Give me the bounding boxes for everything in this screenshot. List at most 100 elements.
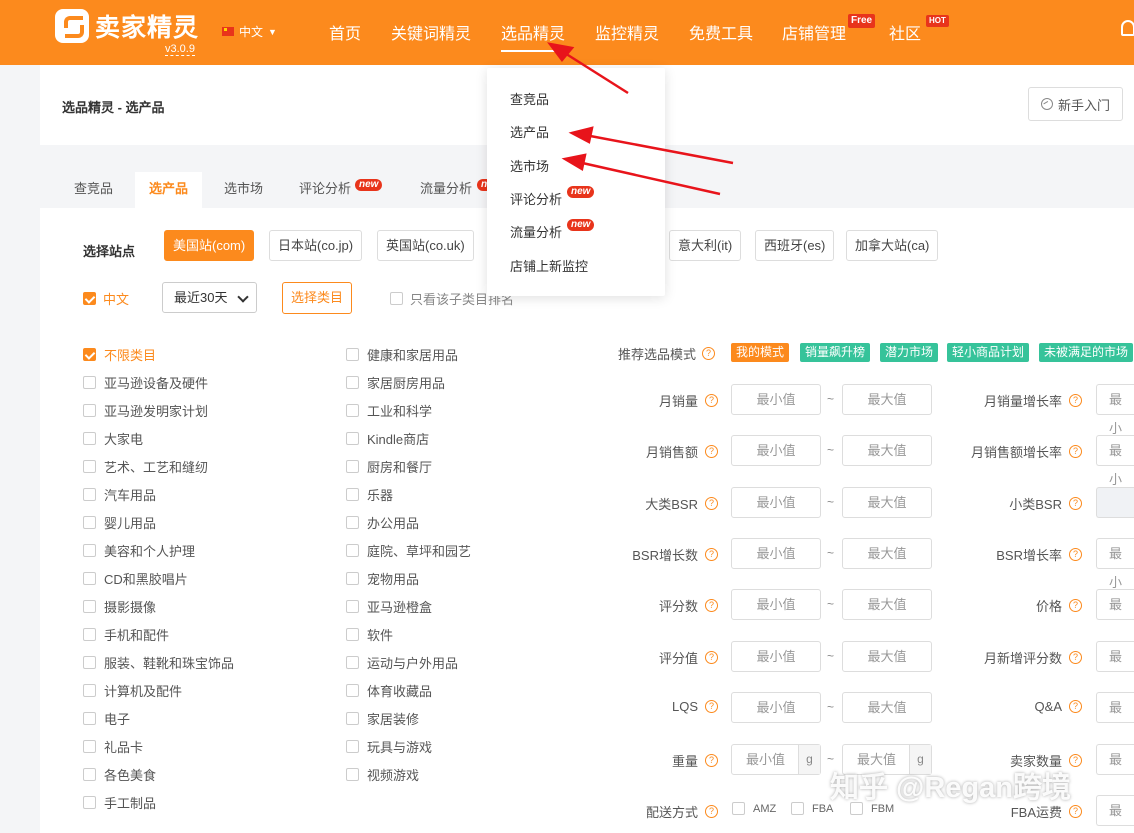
category-option[interactable]: 家居厨房用品 (346, 373, 445, 392)
max-value-input[interactable]: 最大值 (842, 435, 932, 466)
nav-home[interactable]: 首页 (329, 20, 361, 44)
language-switcher[interactable]: 中文 ▼ (222, 23, 277, 40)
max-value-input[interactable]: 最大值 (842, 538, 932, 569)
site-us-button[interactable]: 美国站(com) (164, 230, 255, 261)
max-value-input[interactable]: 最大值 (842, 384, 932, 415)
max-value-input[interactable]: 最大值 (842, 641, 932, 672)
mode-tag-unmet-market[interactable]: 未被满足的市场 (1039, 343, 1134, 362)
category-option[interactable]: 运动与户外用品 (346, 653, 458, 672)
min-value-input[interactable]: 最小值 (731, 435, 821, 466)
chinese-checkbox[interactable]: 中文 (83, 289, 129, 308)
mode-tag-mine[interactable]: 我的模式 (731, 343, 790, 362)
category-option[interactable]: 宠物用品 (346, 569, 419, 588)
tab-select-market[interactable]: 选市场 (210, 172, 277, 208)
help-icon[interactable]: ? (705, 700, 718, 713)
min-value-input[interactable]: 最小 (1096, 435, 1134, 487)
nav-community[interactable]: 社区 (889, 20, 921, 44)
category-option[interactable]: 美容和个人护理 (83, 541, 195, 560)
dropdown-item-competitor[interactable]: 查竞品 (510, 89, 549, 108)
category-option[interactable]: 亚马逊发明家计划 (83, 401, 208, 420)
min-value-input[interactable]: 最小值 g (731, 744, 821, 775)
dropdown-item-review-analysis[interactable]: 评论分析 (510, 189, 562, 208)
dropdown-item-store-new-monitor[interactable]: 店铺上新监控 (510, 256, 588, 275)
help-icon[interactable]: ? (705, 394, 718, 407)
min-value-input[interactable]: 最小值 (731, 641, 821, 672)
tab-review-analysis[interactable]: 评论分析 (285, 172, 365, 208)
nav-store-management[interactable]: 店铺管理 (782, 20, 846, 44)
category-option[interactable]: 艺术、工艺和缝纫 (83, 457, 208, 476)
brand-name[interactable]: 卖家精灵 (95, 8, 199, 44)
nav-free-tools[interactable]: 免费工具 (689, 20, 753, 44)
nav-monitor[interactable]: 监控精灵 (595, 20, 659, 44)
category-option[interactable]: 亚马逊橙盒 (346, 597, 432, 616)
site-jp-button[interactable]: 日本站(co.jp) (269, 230, 363, 261)
nav-keyword[interactable]: 关键词精灵 (391, 20, 471, 44)
help-icon[interactable]: ? (1069, 700, 1082, 713)
dropdown-item-select-product[interactable]: 选产品 (510, 122, 549, 141)
tab-competitor[interactable]: 查竞品 (60, 172, 127, 208)
category-option[interactable]: 体育收藏品 (346, 681, 432, 700)
select-category-button[interactable]: 选择类目 (282, 282, 352, 314)
help-icon[interactable]: ? (702, 347, 716, 360)
category-option[interactable]: 视频游戏 (346, 765, 419, 784)
version-label[interactable]: v3.0.9 (165, 43, 195, 56)
min-value-input[interactable]: 最小值 (731, 692, 821, 723)
category-option[interactable]: 大家电 (83, 429, 143, 448)
category-option[interactable]: 手工制品 (83, 793, 156, 812)
help-icon[interactable]: ? (1069, 651, 1082, 664)
min-value-input[interactable]: 最小值 (731, 384, 821, 415)
category-option[interactable]: 乐器 (346, 485, 393, 504)
max-value-input[interactable]: 最大值 (842, 487, 932, 518)
help-icon[interactable]: ? (705, 805, 718, 818)
period-select[interactable]: 最近30天 (162, 282, 257, 313)
min-value-input[interactable]: 最小 (1096, 384, 1134, 436)
min-value-input[interactable]: 最 (1096, 692, 1134, 723)
category-option[interactable]: 各色美食 (83, 765, 156, 784)
mode-tag-sales-surge[interactable]: 销量飙升榜 (800, 343, 871, 362)
category-option[interactable]: 手机和配件 (83, 625, 169, 644)
dropdown-item-select-market[interactable]: 选市场 (510, 156, 549, 175)
shipping-fba-checkbox[interactable]: FBA (791, 802, 833, 815)
help-icon[interactable]: ? (1069, 548, 1082, 561)
category-option[interactable]: 计算机及配件 (83, 681, 182, 700)
help-icon[interactable]: ? (705, 754, 718, 767)
min-value-input[interactable]: 最小值 (731, 487, 821, 518)
help-icon[interactable]: ? (1069, 497, 1082, 510)
beginner-guide-button[interactable]: 新手入门 (1028, 87, 1123, 121)
min-value-input[interactable]: 最小值 (731, 538, 821, 569)
help-icon[interactable]: ? (705, 548, 718, 561)
tab-select-product[interactable]: 选产品 (135, 172, 203, 208)
category-option[interactable]: 办公用品 (346, 513, 419, 532)
min-value-input[interactable] (1096, 487, 1134, 518)
site-ca-button[interactable]: 加拿大站(ca) (846, 230, 939, 261)
min-value-input[interactable]: 最 (1096, 589, 1134, 620)
help-icon[interactable]: ? (705, 445, 718, 458)
min-value-input[interactable]: 最小 (1096, 538, 1134, 590)
category-option[interactable]: 软件 (346, 625, 393, 644)
help-icon[interactable]: ? (705, 599, 718, 612)
category-option[interactable]: 摄影摄像 (83, 597, 156, 616)
min-value-input[interactable]: 最 (1096, 795, 1134, 826)
category-option[interactable]: 厨房和餐厅 (346, 457, 432, 476)
mode-tag-light-small[interactable]: 轻小商品计划 (947, 343, 1030, 362)
category-option[interactable]: 家居装修 (346, 709, 419, 728)
min-value-input[interactable]: 最 (1096, 641, 1134, 672)
help-icon[interactable]: ? (1069, 445, 1082, 458)
category-option[interactable]: Kindle商店 (346, 429, 429, 448)
category-option[interactable]: 服装、鞋靴和珠宝饰品 (83, 653, 234, 672)
help-icon[interactable]: ? (705, 497, 718, 510)
max-value-input[interactable]: 最大值 (842, 589, 932, 620)
category-option[interactable]: 礼品卡 (83, 737, 143, 756)
bell-icon[interactable] (1121, 20, 1134, 36)
help-icon[interactable]: ? (705, 651, 718, 664)
logo-icon[interactable] (55, 9, 89, 43)
max-value-input[interactable]: 最大值 (842, 692, 932, 723)
category-option[interactable]: 电子 (83, 709, 130, 728)
help-icon[interactable]: ? (1069, 394, 1082, 407)
mode-tag-potential-market[interactable]: 潜力市场 (880, 343, 939, 362)
dropdown-item-traffic-analysis[interactable]: 流量分析 (510, 222, 562, 241)
site-uk-button[interactable]: 英国站(co.uk) (377, 230, 474, 261)
category-option[interactable]: CD和黑胶唱片 (83, 569, 188, 588)
shipping-amz-checkbox[interactable]: AMZ (732, 802, 776, 815)
tab-traffic-analysis[interactable]: 流量分析 (406, 172, 486, 208)
